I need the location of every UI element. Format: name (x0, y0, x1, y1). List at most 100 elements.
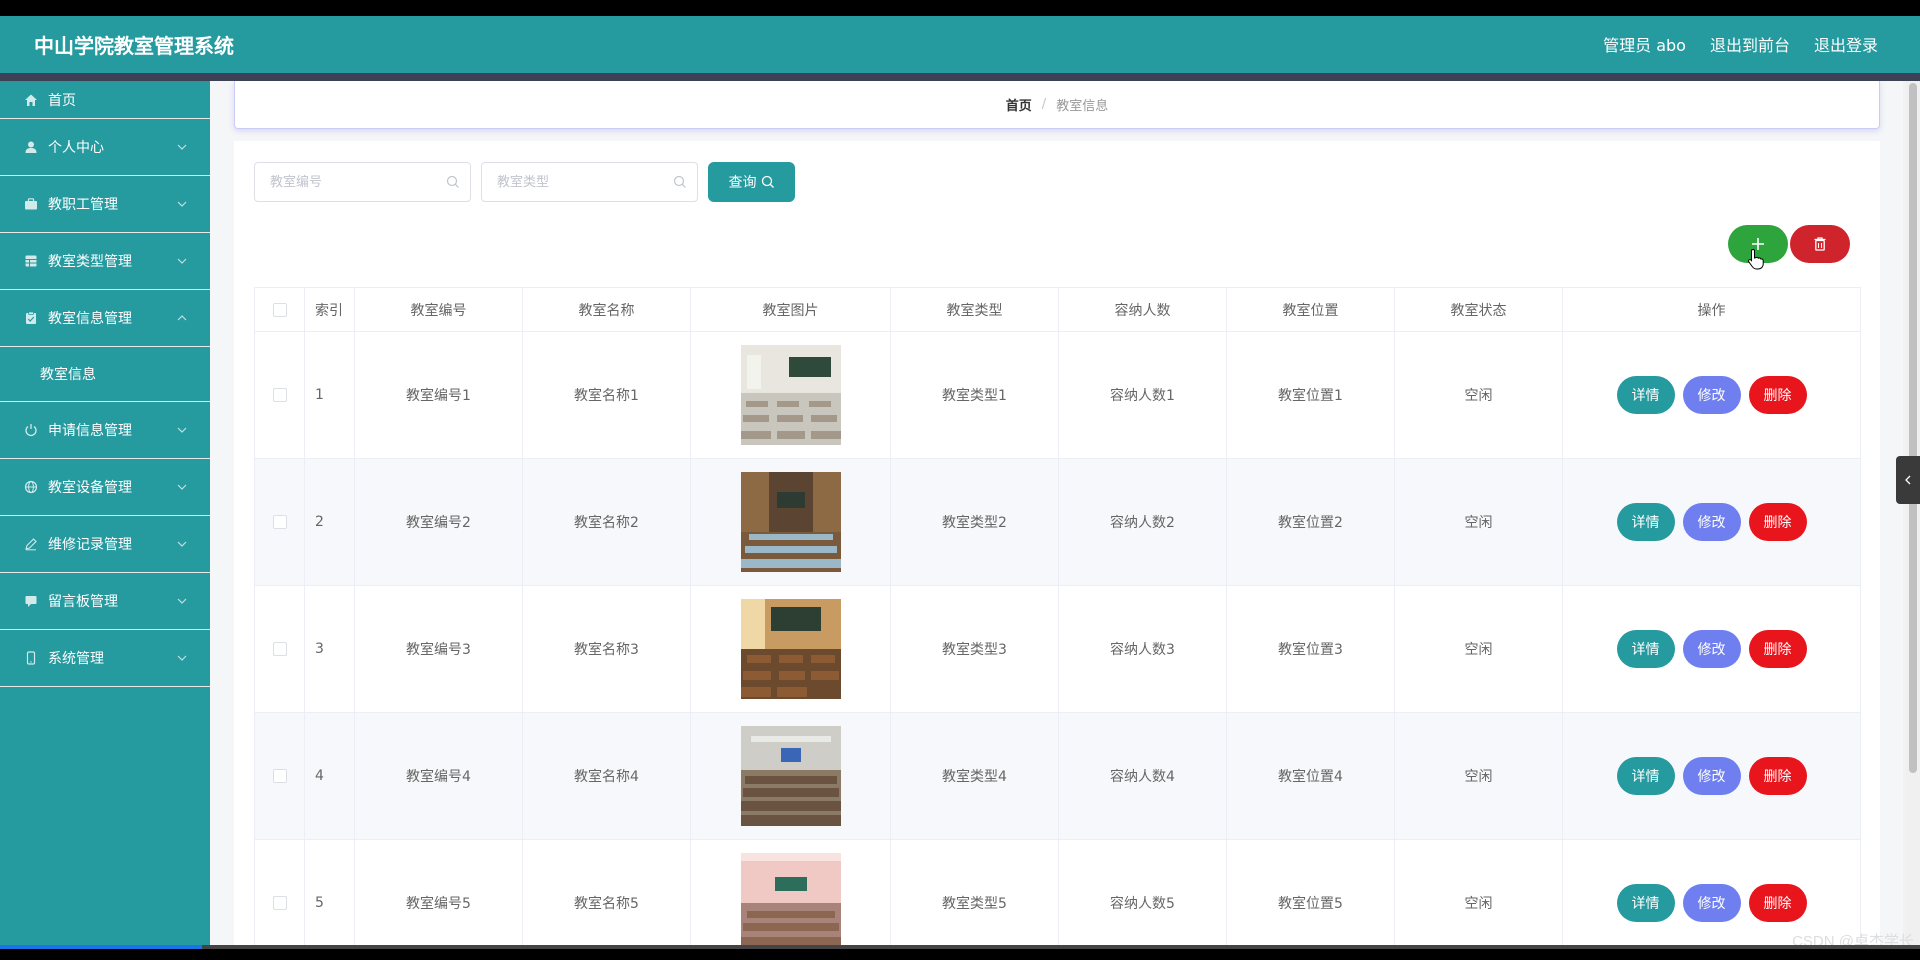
column-header: 操作 (1562, 287, 1861, 332)
sidebar-item-repairs[interactable]: 维修记录管理 (0, 516, 210, 573)
detail-button[interactable]: 详情 (1616, 503, 1675, 541)
globe-icon (24, 480, 38, 494)
room-type-search-field[interactable] (481, 162, 698, 202)
hand-cursor-icon (1747, 248, 1764, 270)
edit-button[interactable]: 修改 (1682, 376, 1741, 414)
cell-room-type: 教室类型4 (890, 712, 1059, 840)
room-photo[interactable] (740, 345, 841, 445)
room-code-search-field[interactable] (254, 162, 471, 202)
cell-room-code: 教室编号5 (354, 839, 523, 945)
cell-room-type: 教室类型5 (890, 839, 1059, 945)
cell-room-code: 教室编号2 (354, 458, 523, 586)
column-header[interactable]: 教室状态 (1394, 287, 1563, 332)
column-header[interactable]: 教室图片 (690, 287, 891, 332)
delete-button[interactable]: 删除 (1748, 884, 1807, 922)
table-row: 5 教室编号5 教室名称5 教室类型5 容纳人数5 教室位置5 空闲 详情 修改… (254, 839, 1861, 945)
sidebar-item-staff[interactable]: 教职工管理 (0, 176, 210, 233)
cell-actions: 详情 修改 删除 (1562, 458, 1861, 586)
list-panel: 查询 索引 教室编号 教室名称 (234, 141, 1880, 945)
query-button-label: 查询 (728, 175, 757, 191)
chevron-down-icon (177, 655, 187, 661)
column-header[interactable]: 教室名称 (522, 287, 691, 332)
exit-to-front-link[interactable]: 退出到前台 (1710, 32, 1790, 56)
edit-button[interactable]: 修改 (1682, 503, 1741, 541)
chevron-down-icon (177, 541, 187, 547)
detail-button[interactable]: 详情 (1616, 884, 1675, 922)
detail-button[interactable]: 详情 (1616, 757, 1675, 795)
sidebar-item-system[interactable]: 系统管理 (0, 630, 210, 687)
sidebar-item-applications[interactable]: 申请信息管理 (0, 402, 210, 459)
cell-location: 教室位置3 (1226, 585, 1395, 713)
delete-button[interactable]: 删除 (1748, 630, 1807, 668)
cell-location: 教室位置4 (1226, 712, 1395, 840)
app-title: 中山学院教室管理系统 (34, 34, 234, 58)
row-checkbox[interactable] (272, 515, 287, 529)
column-header[interactable]: 教室位置 (1226, 287, 1395, 332)
sidebar-item-label: 教室设备管理 (48, 480, 132, 496)
batch-delete-button[interactable] (1790, 225, 1850, 263)
cell-index: 3 (304, 585, 355, 713)
sidebar-item-room-info[interactable]: 教室信息管理 (0, 290, 210, 347)
cell-index: 4 (304, 712, 355, 840)
room-photo[interactable] (740, 599, 841, 699)
page-scrollbar[interactable] (1906, 81, 1920, 945)
sidebar-item-profile[interactable]: 个人中心 (0, 119, 210, 176)
cell-room-type: 教室类型1 (890, 331, 1059, 459)
row-checkbox[interactable] (272, 388, 287, 402)
header-divider (0, 73, 1920, 81)
sidebar: 首页 个人中心 教职工管理 教室类型管理 教室信息管理 教室信息 申请信息管理 (0, 81, 210, 945)
chevron-down-icon (177, 484, 187, 490)
row-select-cell (254, 839, 305, 945)
row-checkbox[interactable] (272, 769, 287, 783)
sidebar-item-label: 系统管理 (48, 651, 104, 667)
sidebar-item-equipment[interactable]: 教室设备管理 (0, 459, 210, 516)
room-type-input[interactable] (482, 163, 662, 201)
column-header[interactable]: 教室类型 (890, 287, 1059, 332)
row-checkbox[interactable] (272, 642, 287, 656)
edit-button[interactable]: 修改 (1682, 757, 1741, 795)
logout-link[interactable]: 退出登录 (1814, 32, 1878, 56)
query-button[interactable]: 查询 (708, 162, 795, 202)
column-header[interactable]: 容纳人数 (1058, 287, 1227, 332)
sidebar-item-room-type[interactable]: 教室类型管理 (0, 233, 210, 290)
cell-room-type: 教室类型3 (890, 585, 1059, 713)
detail-button[interactable]: 详情 (1616, 630, 1675, 668)
room-photo[interactable] (740, 726, 841, 826)
sidebar-item-label: 留言板管理 (48, 594, 118, 610)
cell-room-image (690, 585, 891, 713)
collapse-panel-tab[interactable] (1896, 456, 1920, 504)
cell-capacity: 容纳人数3 (1058, 585, 1227, 713)
video-progress-bar[interactable] (0, 945, 1920, 949)
admin-user-link[interactable]: 管理员 abo (1603, 32, 1686, 56)
room-photo[interactable] (740, 472, 841, 572)
room-photo[interactable] (740, 853, 841, 945)
cell-actions: 详情 修改 删除 (1562, 712, 1861, 840)
cell-location: 教室位置2 (1226, 458, 1395, 586)
delete-button[interactable]: 删除 (1748, 757, 1807, 795)
cell-status: 空闲 (1394, 331, 1563, 459)
phone-icon (24, 651, 38, 665)
top-navbar: 中山学院教室管理系统 管理员 abo 退出到前台 退出登录 (0, 16, 1920, 73)
delete-button[interactable]: 删除 (1748, 376, 1807, 414)
table-row: 2 教室编号2 教室名称2 教室类型2 容纳人数2 教室位置2 空闲 详情 修改… (254, 458, 1861, 586)
detail-button[interactable]: 详情 (1616, 376, 1675, 414)
breadcrumb-home[interactable]: 首页 (1006, 95, 1032, 114)
sidebar-item-home[interactable]: 首页 (0, 81, 210, 119)
column-header[interactable]: 索引 (304, 287, 355, 332)
grid-icon (24, 254, 38, 268)
delete-button[interactable]: 删除 (1748, 503, 1807, 541)
scrollbar-thumb[interactable] (1909, 83, 1917, 773)
row-checkbox[interactable] (272, 896, 287, 910)
video-player-bar (0, 945, 1920, 960)
chevron-down-icon (177, 258, 187, 264)
edit-button[interactable]: 修改 (1682, 884, 1741, 922)
edit-button[interactable]: 修改 (1682, 630, 1741, 668)
submenu-item-room-info[interactable]: 教室信息 (0, 347, 210, 402)
table-header-row: 索引 教室编号 教室名称 教室图片 教室类型 容纳人数 教室位置 教室状态 操作 (254, 287, 1861, 332)
column-header[interactable]: 教室编号 (354, 287, 523, 332)
select-all-checkbox[interactable] (272, 302, 287, 317)
room-code-input[interactable] (255, 163, 435, 201)
sidebar-item-message-board[interactable]: 留言板管理 (0, 573, 210, 630)
search-icon (446, 175, 459, 188)
table-row: 4 教室编号4 教室名称4 教室类型4 容纳人数4 教室位置4 空闲 详情 修改… (254, 712, 1861, 840)
